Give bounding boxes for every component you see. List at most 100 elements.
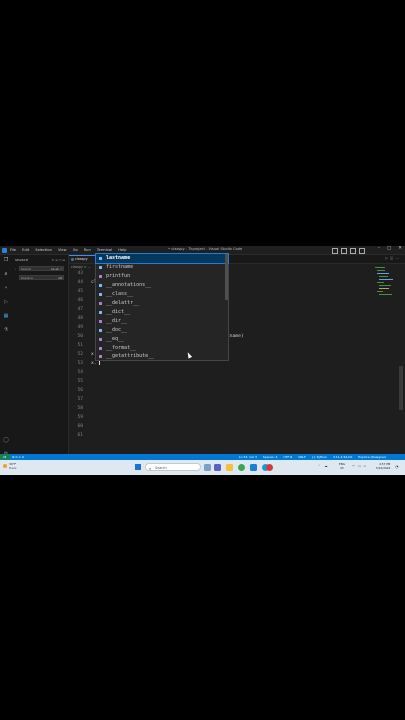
line-number: 47 — [77, 307, 83, 312]
suggestions-scrollbar[interactable] — [225, 254, 228, 300]
menu-edit[interactable]: Edit — [22, 248, 29, 252]
editor-actions: ▷◫… — [385, 256, 401, 260]
customize-layout-icon[interactable] — [359, 247, 365, 254]
testing-icon[interactable]: ⚗ — [3, 327, 9, 333]
search-sidebar: SEARCH ↻≡▭⊟ › Search Aa ab .* Replace AB — [12, 255, 69, 464]
suggestion-item[interactable]: __format__ — [96, 344, 228, 353]
replace-all-option[interactable]: AB — [58, 276, 62, 281]
suggestion-item[interactable]: firstname — [96, 263, 228, 272]
menu-file[interactable]: File — [10, 248, 16, 252]
activity-bar: ❐ ⌕ ⑂ ▷ ▦ ⚗ ◯ ⚙ — [0, 255, 12, 464]
line-number: 54 — [77, 370, 83, 375]
taskbar-search-placeholder: Search — [155, 466, 167, 470]
menu-view[interactable]: View — [58, 248, 67, 252]
vscode-logo-icon — [2, 247, 7, 253]
breadcrumb[interactable]: classpy > ... — [71, 265, 91, 269]
suggestion-item[interactable]: __dict__ — [96, 308, 228, 317]
taskbar-search-input[interactable]: ⌕ Search — [145, 463, 201, 471]
suggestion-item[interactable]: printfun — [96, 272, 228, 281]
run-debug-icon[interactable]: ▷ — [3, 299, 9, 305]
layout-controls — [332, 247, 365, 254]
line-number: 56 — [77, 388, 83, 393]
code-line-53[interactable]: x. — [91, 361, 97, 366]
battery-icon[interactable]: ▭ — [363, 464, 366, 468]
suggestion-item[interactable]: __getattribute__ — [96, 353, 228, 360]
wifi-icon[interactable]: ◠ — [352, 464, 355, 468]
tray-chevron-icon[interactable]: ⌃ — [318, 464, 321, 468]
task-view-icon[interactable] — [204, 463, 211, 471]
line-number: 48 — [77, 316, 83, 321]
replace-input-placeholder: Replace — [21, 276, 33, 280]
line-number: 59 — [77, 415, 83, 420]
search-input-placeholder: Search — [21, 267, 32, 271]
line-number: 58 — [77, 406, 83, 411]
menu-selection[interactable]: Selection — [35, 248, 52, 252]
vscode-taskbar-icon[interactable] — [250, 463, 257, 471]
method-icon — [99, 355, 102, 358]
collapse-all-icon[interactable]: ⊟ — [62, 258, 66, 262]
variable-icon — [99, 293, 102, 296]
suggestion-item[interactable]: __annotations__ — [96, 281, 228, 290]
method-icon — [99, 347, 102, 350]
tray-status-icons: ◠ ◁ ▭ — [352, 464, 366, 468]
chrome-icon[interactable] — [238, 463, 245, 471]
minimize-icon[interactable]: – — [378, 246, 380, 251]
search-icon[interactable]: ⌕ — [3, 271, 9, 277]
code-line-49[interactable]: tname) — [227, 334, 244, 339]
search-options[interactable]: Aa ab .* — [51, 267, 62, 272]
line-number: 49 — [77, 325, 83, 330]
variable-icon — [99, 329, 102, 332]
search-magnifier-icon: ⌕ — [149, 466, 152, 471]
line-number: 44 — [77, 280, 83, 285]
toggle-replace-chevron-icon[interactable]: › — [15, 267, 16, 271]
tab-label: classpy — [75, 257, 88, 261]
line-number: 50 — [77, 334, 83, 339]
suggestion-item[interactable]: __eq__ — [96, 335, 228, 344]
notification-bell-icon[interactable]: ◔ — [395, 464, 399, 469]
toggle-secondary-sidebar-icon[interactable] — [350, 247, 356, 254]
line-number: 51 — [77, 343, 83, 348]
suggestion-item[interactable]: __delattr__ — [96, 299, 228, 308]
start-windows-icon[interactable] — [135, 464, 141, 470]
file-explorer-icon[interactable] — [226, 463, 233, 471]
close-icon[interactable]: ✕ — [398, 246, 402, 251]
editor-scrollbar[interactable] — [399, 366, 403, 410]
menu-run[interactable]: Run — [84, 248, 91, 252]
recorder-app-icon[interactable] — [266, 463, 273, 471]
account-icon[interactable]: ◯ — [3, 437, 9, 443]
method-icon — [99, 338, 102, 341]
system-tray: ⌃ ☁ — [318, 464, 328, 468]
explorer-icon[interactable]: ❐ — [3, 257, 9, 263]
menu-help[interactable]: Help — [118, 248, 126, 252]
autocomplete-suggestions: lastname firstname printfun __annotation… — [95, 253, 229, 361]
line-number: 57 — [77, 397, 83, 402]
taskbar-clock[interactable]: 4:57 PM 5/10/2024 — [376, 462, 390, 471]
source-control-icon[interactable]: ⑂ — [3, 285, 9, 291]
lang-region: IN — [340, 465, 344, 470]
minimap[interactable] — [375, 265, 395, 325]
menu-go[interactable]: Go — [73, 248, 78, 252]
input-language[interactable]: ENG IN — [339, 462, 345, 470]
variable-icon — [99, 257, 102, 260]
suggestion-item[interactable]: __doc__ — [96, 326, 228, 335]
more-actions-icon[interactable]: … — [395, 256, 401, 260]
line-number: 46 — [77, 298, 83, 303]
line-number: 60 — [77, 424, 83, 429]
python-file-icon — [70, 258, 74, 261]
line-number: 61 — [77, 433, 83, 438]
search-input[interactable]: Search Aa ab .* — [19, 266, 64, 271]
code-line-52[interactable]: x — [91, 352, 94, 357]
extensions-icon[interactable]: ▦ — [3, 313, 9, 319]
menu-terminal[interactable]: Terminal — [97, 248, 112, 252]
toggle-panel-icon[interactable] — [341, 247, 347, 254]
sidebar-header: SEARCH — [15, 258, 29, 262]
teams-icon[interactable] — [214, 463, 221, 471]
volume-icon[interactable]: ◁ — [358, 464, 360, 468]
suggestion-item[interactable]: lastname — [95, 253, 229, 264]
toggle-sidebar-icon[interactable] — [332, 247, 338, 254]
maximize-icon[interactable]: □ — [387, 246, 391, 251]
suggestion-item[interactable]: __dir__ — [96, 317, 228, 326]
suggestion-item[interactable]: __class__ — [96, 290, 228, 299]
replace-input[interactable]: Replace AB — [19, 275, 64, 280]
cloud-icon[interactable]: ☁ — [325, 464, 328, 468]
